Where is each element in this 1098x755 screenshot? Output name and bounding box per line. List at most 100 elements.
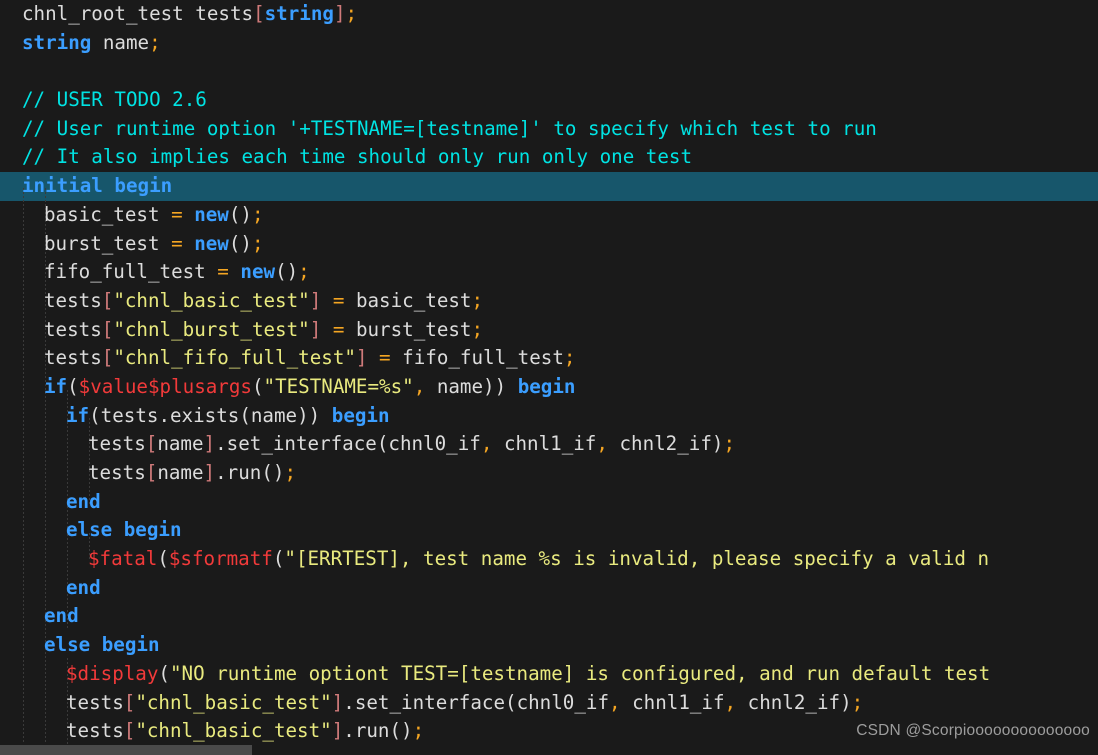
code-token: =	[332, 288, 345, 312]
code-token: ()	[261, 461, 285, 484]
code-token: name	[91, 30, 150, 54]
code-token: ;	[471, 317, 484, 341]
code-line-text: if($value$plusargs("TESTNAME=%s", name))…	[0, 373, 1098, 402]
code-token: =	[332, 317, 345, 341]
code-line-text: tests[name].run();	[0, 459, 1098, 488]
code-token: ;	[251, 202, 264, 226]
code-token: else begin	[66, 518, 182, 542]
code-token: "[ERRTEST], test name %s is invalid, ple…	[284, 547, 990, 571]
code-token: (	[376, 432, 389, 456]
code-line[interactable]: if(tests.exists(name)) begin	[0, 402, 1098, 431]
code-token: ]	[203, 461, 216, 484]
code-token: $sformatf	[168, 547, 273, 571]
code-line[interactable]: $fatal($sformatf("[ERRTEST], test name %…	[0, 545, 1098, 574]
code-token: [	[145, 432, 158, 456]
code-line[interactable]: end	[0, 488, 1098, 517]
code-token: ;	[471, 288, 484, 312]
code-token: ()	[228, 231, 252, 255]
code-token: =	[217, 260, 229, 284]
code-line[interactable]: tests["chnl_basic_test"].set_interface(c…	[0, 689, 1098, 718]
code-token: name	[250, 403, 298, 427]
code-token: tests	[195, 2, 254, 25]
code-line[interactable]: else begin	[0, 631, 1098, 660]
code-line[interactable]: // User runtime option '+TESTNAME=[testn…	[0, 115, 1098, 144]
code-line-text: end	[0, 602, 1098, 631]
code-line-active[interactable]: initial begin	[0, 172, 1098, 201]
code-line-text: // User runtime option '+TESTNAME=[testn…	[0, 115, 1098, 144]
code-token: (	[89, 403, 101, 427]
code-token: ;	[851, 690, 864, 714]
horizontal-scrollbar-track[interactable]	[0, 744, 1098, 755]
code-token: tests	[88, 461, 146, 484]
code-line[interactable]: tests[name].run();	[0, 459, 1098, 488]
code-token: begin	[517, 374, 576, 398]
code-token: // USER TODO 2.6	[22, 88, 207, 112]
code-line[interactable]: burst_test = new();	[0, 230, 1098, 259]
code-token: ,	[413, 374, 426, 398]
code-token: chnl0_if	[388, 432, 481, 456]
code-line[interactable]: // USER TODO 2.6	[0, 86, 1098, 115]
code-line-text: initial begin	[0, 172, 1098, 201]
code-line[interactable]: chnl_root_test tests[string];	[0, 0, 1098, 29]
code-token: burst_test	[344, 317, 472, 341]
code-token: "NO runtime optiont TEST=[testname] is c…	[169, 661, 991, 685]
code-line-text: tests["chnl_burst_test"] = burst_test;	[0, 316, 1098, 345]
code-editor[interactable]: chnl_root_test tests[string]; string name…	[0, 0, 1098, 755]
code-token: chnl0_if	[516, 690, 609, 714]
code-token: ;	[251, 231, 264, 255]
code-line[interactable]: basic_test = new();	[0, 201, 1098, 230]
code-token: [	[123, 690, 136, 714]
code-line-text: tests[name].set_interface(chnl0_if, chnl…	[0, 430, 1098, 459]
code-surface[interactable]: chnl_root_test tests[string]; string name…	[0, 0, 1098, 744]
code-token: end	[66, 575, 101, 599]
code-line[interactable]: tests["chnl_basic_test"] = basic_test;	[0, 287, 1098, 316]
code-token: (	[239, 403, 251, 427]
code-token: "chnl_basic_test"	[135, 719, 332, 743]
code-token: initial begin	[22, 174, 173, 198]
code-token: ,	[596, 432, 608, 456]
code-line[interactable]: else begin	[0, 516, 1098, 545]
code-token: ;	[298, 260, 310, 284]
code-token: $value$plusargs	[78, 374, 252, 398]
csdn-watermark: CSDN @Scorpioooooooooooooo	[856, 722, 1090, 739]
code-line[interactable]: tests[name].set_interface(chnl0_if, chnl…	[0, 430, 1098, 459]
code-line-text: tests["chnl_fifo_full_test"] = fifo_full…	[0, 344, 1098, 373]
code-token: )	[711, 432, 724, 456]
code-line[interactable]: end	[0, 602, 1098, 631]
code-token: tests	[44, 288, 102, 312]
code-line[interactable]: tests["chnl_burst_test"] = burst_test;	[0, 316, 1098, 345]
code-token: ]	[333, 2, 346, 25]
code-token: chnl1_if	[492, 432, 597, 456]
code-token: (	[157, 547, 169, 571]
code-token: new	[194, 202, 229, 226]
code-line[interactable]: fifo_full_test = new();	[0, 258, 1098, 287]
code-token: .run	[343, 719, 390, 743]
code-token: tests	[88, 432, 146, 456]
code-token: new	[194, 231, 229, 255]
code-line[interactable]: // It also implies each time should only…	[0, 143, 1098, 172]
code-token: fifo_full_test	[44, 260, 218, 284]
code-token: =	[171, 202, 183, 226]
code-token: ;	[149, 30, 161, 54]
code-token: tests	[100, 403, 159, 427]
code-line-text: tests["chnl_basic_test"].set_interface(c…	[0, 689, 1098, 718]
code-line-text: end	[0, 488, 1098, 517]
code-line-text: $display("NO runtime optiont TEST=[testn…	[0, 660, 1098, 689]
code-line[interactable]: if($value$plusargs("TESTNAME=%s", name))…	[0, 373, 1098, 402]
code-token: if	[44, 374, 68, 398]
code-token: name	[157, 432, 204, 456]
horizontal-scrollbar-thumb[interactable]	[0, 745, 252, 755]
code-line[interactable]: end	[0, 574, 1098, 603]
code-token: tests	[44, 346, 102, 370]
code-token: .set_interface	[215, 432, 377, 456]
code-line[interactable]	[0, 57, 1098, 86]
code-token: name	[157, 461, 204, 484]
code-line[interactable]: $display("NO runtime optiont TEST=[testn…	[0, 660, 1098, 689]
code-line[interactable]: tests["chnl_fifo_full_test"] = fifo_full…	[0, 344, 1098, 373]
code-line[interactable]: string name;	[0, 29, 1098, 58]
